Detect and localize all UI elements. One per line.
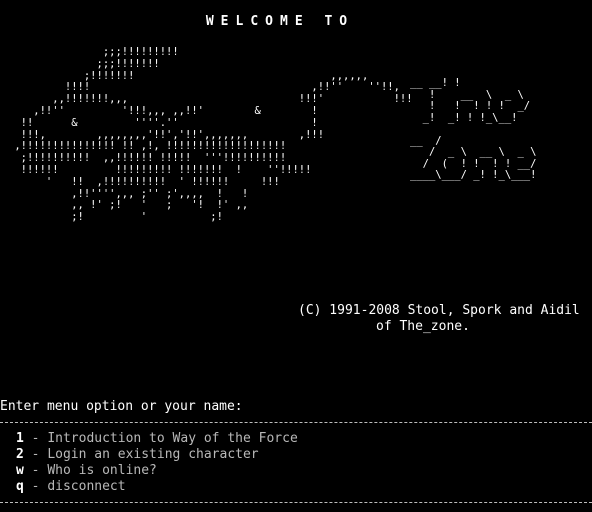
menu-label: disconnect <box>47 479 126 494</box>
bottom-divider <box>0 502 592 504</box>
menu-key: q <box>16 479 24 494</box>
copyright-line: (C) 1991-2008 Stool, Spork and Aidil <box>298 303 580 318</box>
menu-key: w <box>16 463 24 478</box>
copyright-owner-line: of The_zone. <box>376 319 470 334</box>
menu-item-disconnect[interactable]: q - disconnect <box>16 479 298 495</box>
menu-item-login[interactable]: 2 - Login an existing character <box>16 447 298 463</box>
menu-separator: - <box>23 447 48 462</box>
menu-separator: - <box>23 463 48 478</box>
menu-separator: - <box>23 479 48 494</box>
menu-prompt: Enter menu option or your name: <box>0 399 243 414</box>
menu-separator: - <box>23 431 48 446</box>
menu-label: Who is online? <box>47 463 157 478</box>
ascii-art-image: ;;;!!!!!!!!! ;;;!!!!!!! ;!!!!!!! ,,,,,, … <box>14 46 413 224</box>
terminal-window: WELCOME TO ;;;!!!!!!!!! ;;;!!!!!!! ;!!!!… <box>0 0 592 512</box>
main-menu: 1 - Introduction to Way of the Force 2 -… <box>16 431 298 495</box>
menu-key: 2 <box>16 447 24 462</box>
welcome-title: WELCOME TO <box>205 14 355 29</box>
menu-item-introduction[interactable]: 1 - Introduction to Way of the Force <box>16 431 298 447</box>
menu-label: Introduction to Way of the Force <box>47 431 298 446</box>
the-zone-ascii-logo: __ __! ! ! __ \ _ \ ! ! ! ! ! _/ _! _! !… <box>410 77 537 181</box>
menu-item-who-online[interactable]: w - Who is online? <box>16 463 298 479</box>
menu-label: Login an existing character <box>47 447 259 462</box>
menu-key: 1 <box>16 431 24 446</box>
top-divider <box>0 422 592 424</box>
